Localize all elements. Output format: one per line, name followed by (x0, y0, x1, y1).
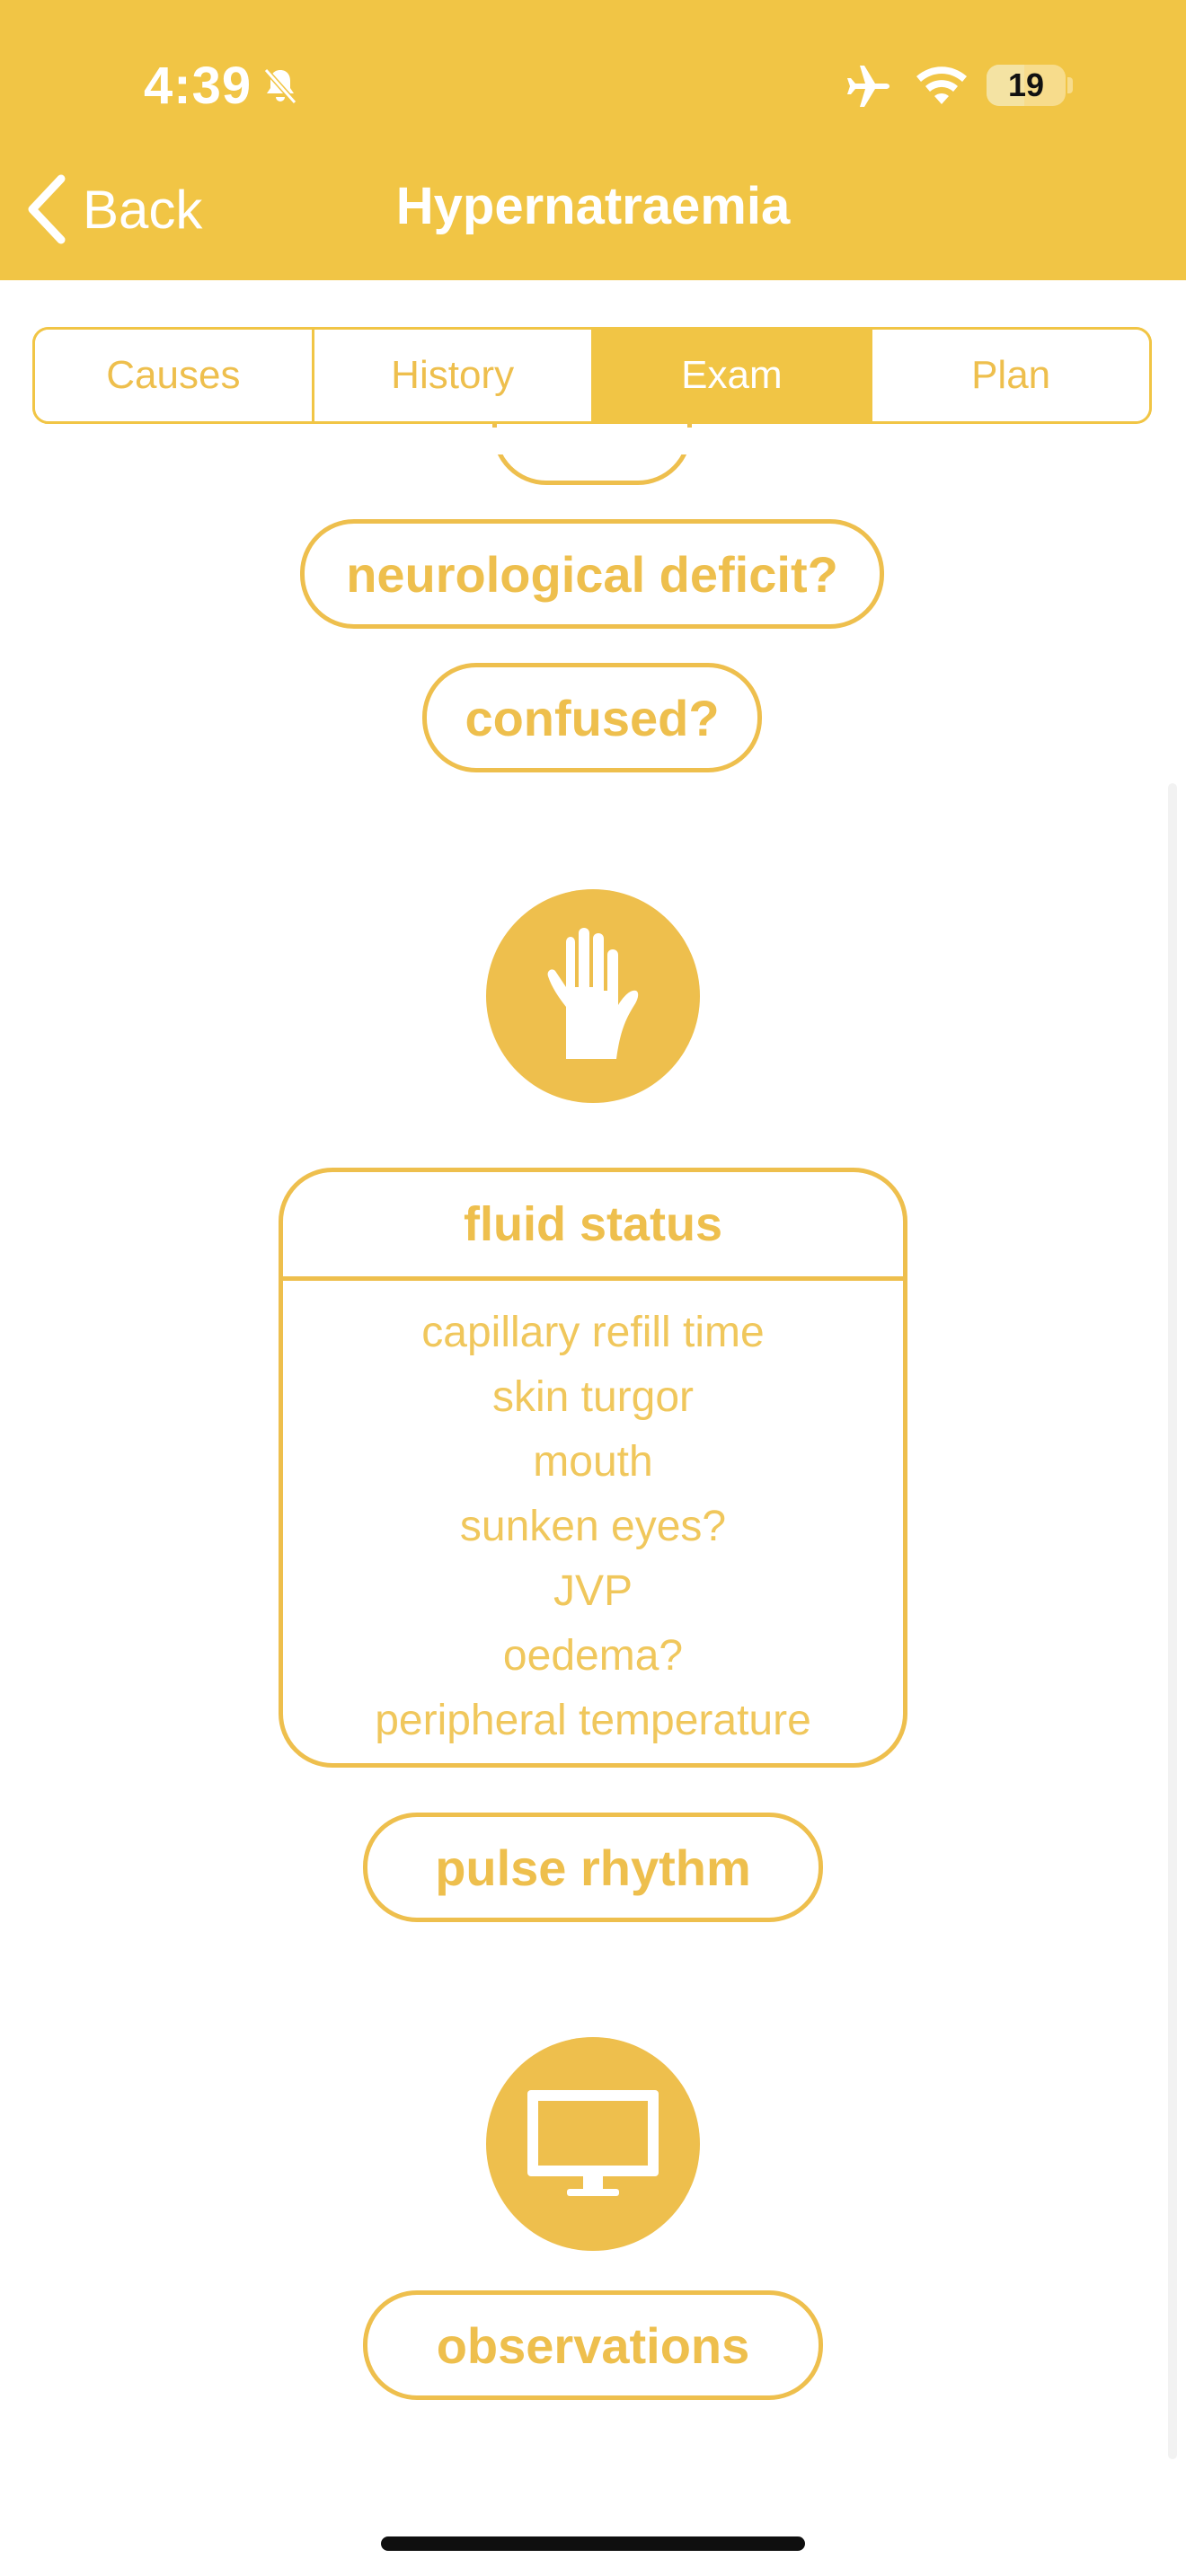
monitoring-circle (486, 2037, 700, 2251)
exam-circle (486, 889, 700, 1103)
list-item: mouth (533, 1438, 653, 1486)
list-item: peripheral temperature (375, 1697, 811, 1744)
fluid-status-list: capillary refill time skin turgor mouth … (283, 1281, 903, 1753)
fluid-status-title: fluid status (283, 1172, 903, 1281)
airplane-icon (847, 66, 890, 107)
bell-slash-icon (263, 68, 297, 104)
list-item: sunken eyes? (459, 1503, 727, 1550)
monitor-icon (527, 2090, 659, 2196)
pulse-rhythm-pill[interactable]: pulse rhythm (363, 1813, 823, 1922)
battery-icon: 19 (987, 65, 1066, 106)
list-item: skin turgor (491, 1373, 695, 1421)
tab-causes[interactable]: Causes (35, 330, 314, 421)
scrollbar[interactable] (1168, 783, 1177, 2459)
list-item: capillary refill time (421, 1309, 765, 1356)
tab-plan[interactable]: Plan (872, 330, 1149, 421)
battery-level: 19 (1007, 66, 1045, 103)
battery-cap (1067, 77, 1073, 93)
home-indicator[interactable] (381, 2536, 805, 2551)
observations-pill[interactable]: observations (363, 2290, 823, 2400)
page-title: Hypernatraemia (395, 177, 791, 235)
hand-icon (547, 928, 639, 1059)
wifi-icon (916, 66, 967, 104)
confused-pill[interactable]: confused? (422, 663, 762, 772)
tab-bar-gap (0, 428, 1164, 454)
list-item: oedema? (502, 1632, 684, 1680)
fluid-status-card[interactable]: fluid status capillary refill time skin … (279, 1168, 907, 1768)
nav-header: 4:39 19 Back Hypernatraemia (0, 0, 1186, 280)
list-item: JVP (553, 1567, 633, 1615)
status-time: 4:39 (144, 57, 252, 115)
neurological-deficit-pill[interactable]: neurological deficit? (300, 519, 884, 629)
